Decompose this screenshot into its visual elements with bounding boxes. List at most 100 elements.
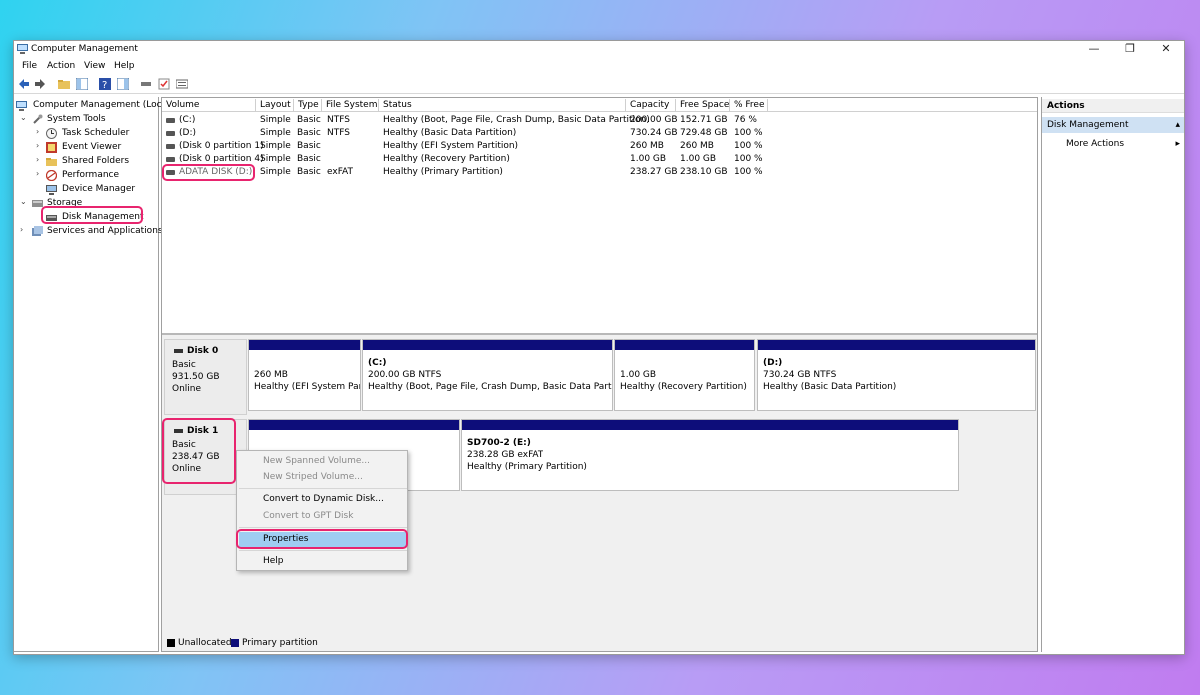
help-icon[interactable]: ?: [99, 78, 111, 90]
partition-size: 200.00 GB NTFS: [368, 370, 442, 380]
volume-free-space: 238.10 GB: [680, 167, 728, 177]
volume-capacity: 730.24 GB: [630, 128, 678, 138]
volume-row[interactable]: (Disk 0 partition 1) Simple Basic Health…: [162, 140, 1037, 153]
partition-recovery[interactable]: 1.00 GB Healthy (Recovery Partition): [614, 339, 755, 411]
minimize-button[interactable]: —: [1076, 41, 1112, 57]
volume-layout: Simple: [260, 115, 291, 125]
collapse-chevron-icon[interactable]: ⌄: [20, 197, 28, 206]
volume-row[interactable]: (Disk 0 partition 4) Simple Basic Health…: [162, 153, 1037, 166]
partition-size: 730.24 GB NTFS: [763, 370, 837, 380]
expand-chevron-icon[interactable]: ›: [36, 169, 44, 178]
forward-arrow-icon[interactable]: [34, 78, 46, 90]
column-header-volume[interactable]: Volume: [162, 99, 256, 112]
volume-free-space: 729.48 GB: [680, 128, 728, 138]
volume-icon: [166, 131, 175, 136]
highlight-properties: [236, 529, 408, 549]
column-header-layout[interactable]: Layout: [256, 99, 294, 112]
menu-item-new-striped-volume[interactable]: New Striped Volume...: [263, 472, 363, 482]
drive-view-icon[interactable]: [176, 78, 188, 90]
primary-partition-bar: [249, 420, 459, 430]
menu-file[interactable]: File: [22, 61, 37, 71]
partition-c[interactable]: (C:) 200.00 GB NTFS Healthy (Boot, Page …: [362, 339, 613, 411]
show-hide-tree-icon[interactable]: [76, 78, 88, 90]
expand-chevron-icon[interactable]: ›: [36, 141, 44, 150]
menu-item-convert-gpt[interactable]: Convert to GPT Disk: [263, 511, 353, 521]
expand-chevron-icon[interactable]: ›: [20, 225, 28, 234]
submenu-arrow-icon[interactable]: ▸: [1175, 137, 1180, 151]
legend: Unallocated Primary partition: [162, 635, 1037, 651]
actions-disk-management[interactable]: Disk Management ▴: [1042, 117, 1184, 133]
highlight-disk-1: [162, 418, 236, 484]
column-header-status[interactable]: Status: [379, 99, 626, 112]
menu-item-new-spanned-volume[interactable]: New Spanned Volume...: [263, 456, 370, 466]
partition-status: Healthy (EFI System Partit: [254, 382, 360, 392]
properties-pane-icon[interactable]: [117, 78, 129, 90]
maximize-button[interactable]: ❐: [1112, 41, 1148, 57]
column-header-percent-free[interactable]: % Free: [730, 99, 768, 112]
tree-label: Services and Applications: [47, 226, 163, 236]
collapse-chevron-icon[interactable]: ⌄: [20, 113, 28, 122]
tree-label: Event Viewer: [62, 142, 122, 152]
volume-capacity: 238.27 GB: [630, 167, 678, 177]
volume-status: Healthy (Recovery Partition): [383, 154, 510, 164]
disk-0-info[interactable]: Disk 0 Basic 931.50 GB Online: [164, 339, 247, 415]
menu-item-convert-dynamic[interactable]: Convert to Dynamic Disk...: [263, 494, 384, 504]
close-button[interactable]: ✕: [1148, 41, 1184, 57]
disk-size: 931.50 GB: [172, 372, 220, 382]
actions-selected-label: Disk Management: [1047, 120, 1129, 130]
partition-status: Healthy (Recovery Partition): [620, 382, 747, 392]
primary-partition-bar: [462, 420, 958, 430]
disk-context-menu: New Spanned Volume... New Striped Volume…: [236, 450, 408, 571]
menu-help[interactable]: Help: [114, 61, 135, 71]
computer-management-icon: [17, 44, 28, 54]
shared-folder-icon: [46, 158, 57, 166]
column-header-free-space[interactable]: Free Space: [676, 99, 730, 112]
highlight-adata-disk: [162, 164, 255, 181]
collapse-icon[interactable]: ▴: [1175, 117, 1180, 133]
partition-d[interactable]: (D:) 730.24 GB NTFS Healthy (Basic Data …: [757, 339, 1036, 411]
actions-pane: Actions Disk Management ▴ More Actions ▸: [1041, 97, 1184, 652]
column-header-file-system[interactable]: File System: [322, 99, 379, 112]
menu-item-help[interactable]: Help: [263, 556, 284, 566]
volume-row[interactable]: (C:) Simple Basic NTFS Healthy (Boot, Pa…: [162, 114, 1037, 127]
volume-row-adata[interactable]: ADATA DISK (D:) Simple Basic exFAT Healt…: [162, 166, 1037, 179]
tools-icon: [33, 114, 43, 124]
up-folder-icon[interactable]: [58, 78, 70, 90]
volume-percent-free: 76 %: [734, 115, 757, 125]
menu-separator: [239, 527, 407, 528]
partition-efi[interactable]: 260 MB Healthy (EFI System Partit: [248, 339, 361, 411]
partition-sd700[interactable]: SD700-2 (E:) 238.28 GB exFAT Healthy (Pr…: [461, 419, 959, 491]
column-header-capacity[interactable]: Capacity: [626, 99, 676, 112]
partition-status: Healthy (Basic Data Partition): [763, 382, 897, 392]
tree-label: Device Manager: [62, 184, 136, 194]
more-actions-item[interactable]: More Actions: [1066, 137, 1124, 151]
back-arrow-icon[interactable]: [18, 78, 30, 90]
legend-unallocated: Unallocated: [178, 638, 232, 648]
expand-chevron-icon[interactable]: ›: [36, 155, 44, 164]
toolbar: ?: [14, 75, 1184, 94]
volume-list-header: Volume Layout Type File System Status Ca…: [162, 99, 1037, 112]
checklist-icon[interactable]: [158, 78, 170, 90]
menu-view[interactable]: View: [84, 61, 105, 71]
volume-name: (Disk 0 partition 1): [179, 141, 264, 151]
volume-type: Basic: [297, 167, 321, 177]
volume-free-space: 1.00 GB: [680, 154, 717, 164]
volume-icon: [166, 118, 175, 123]
volume-free-space: 260 MB: [680, 141, 714, 151]
legend-primary: Primary partition: [242, 638, 318, 648]
column-header-type[interactable]: Type: [294, 99, 322, 112]
tree-label: Computer Management (Local): [33, 100, 174, 110]
primary-partition-bar: [758, 340, 1035, 350]
partition-size: 238.28 GB exFAT: [467, 450, 544, 460]
volume-name: (C:): [179, 115, 196, 125]
navigation-tree: Computer Management (Local) ⌄ System Too…: [14, 97, 173, 652]
volume-status: Healthy (EFI System Partition): [383, 141, 519, 151]
tree-label: Performance: [62, 170, 120, 180]
expand-chevron-icon[interactable]: ›: [36, 127, 44, 136]
volume-row[interactable]: (D:) Simple Basic NTFS Healthy (Basic Da…: [162, 127, 1037, 140]
menu-action[interactable]: Action: [47, 61, 75, 71]
volume-file-system: NTFS: [327, 115, 350, 125]
primary-partition-bar: [615, 340, 754, 350]
connect-icon[interactable]: [140, 78, 152, 90]
clock-icon: [46, 128, 57, 139]
